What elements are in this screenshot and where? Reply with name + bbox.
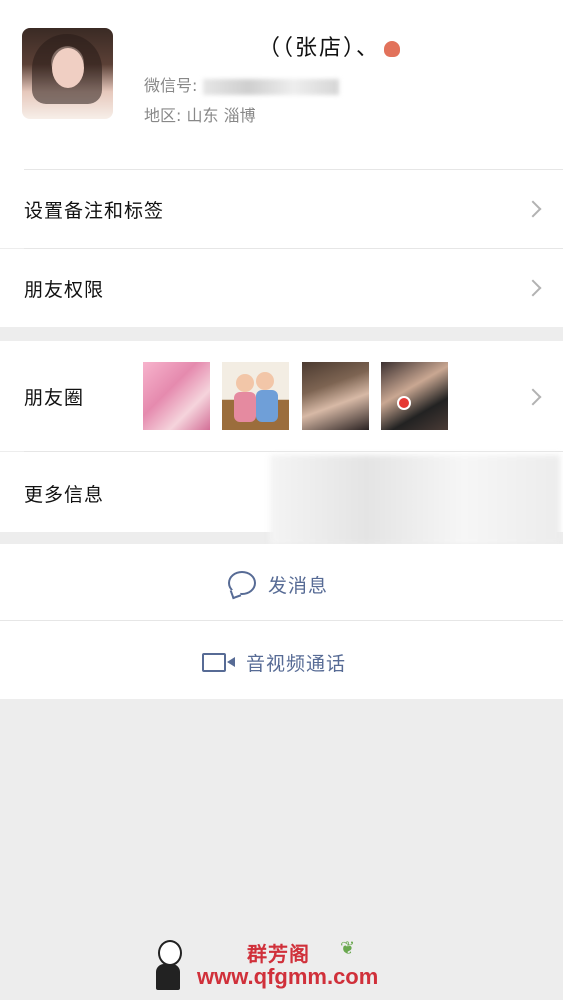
thumbnail-figure — [256, 372, 274, 390]
chat-bubble-icon — [228, 571, 256, 595]
avatar-face — [52, 48, 84, 88]
moments-thumbnail — [381, 362, 448, 430]
set-remark-label: 设置备注和标签 — [24, 200, 165, 222]
thumbnail-figure — [234, 392, 256, 422]
profile-header: （（张店）、 微信号: 地区: 山东 淄博 — [0, 0, 563, 170]
moments-label: 朋友圈 — [24, 387, 85, 409]
chevron-right-icon — [524, 388, 542, 406]
profile-avatar[interactable] — [22, 28, 113, 119]
video-call-label: 音视频通话 — [246, 653, 347, 675]
video-call-button[interactable]: 音视频通话 — [0, 621, 563, 699]
more-info-label: 更多信息 — [24, 484, 105, 506]
video-camera-icon — [202, 653, 235, 672]
set-remark-row[interactable]: 设置备注和标签 — [0, 170, 563, 248]
wechat-id-label: 微信号: — [144, 76, 198, 95]
friend-permissions-row[interactable]: 朋友权限 — [0, 249, 563, 327]
send-message-button[interactable]: 发消息 — [0, 544, 563, 620]
moments-thumbnail — [143, 362, 210, 430]
chevron-right-icon — [524, 200, 542, 218]
watermark-logo-head — [158, 940, 182, 966]
moments-thumbnail — [302, 362, 369, 430]
thumbnail-heart — [397, 396, 411, 410]
region-value: 山东 淄博 — [186, 106, 256, 125]
wechat-id: 微信号: — [144, 72, 339, 96]
user-badge-icon — [384, 41, 401, 57]
send-message-label: 发消息 — [268, 575, 329, 597]
friend-permissions-label: 朋友权限 — [24, 279, 105, 301]
thumbnail-figure — [256, 390, 278, 422]
watermark-logo — [152, 940, 184, 992]
region-label: 地区: — [144, 106, 182, 125]
contact-name-text: （（张店）、 — [258, 36, 381, 61]
wechat-id-redacted — [202, 78, 339, 95]
chevron-right-icon — [524, 279, 542, 297]
contact-name: （（张店）、 — [258, 30, 401, 62]
leaf-icon: ❦ — [340, 938, 356, 959]
thumbnail-figure — [236, 374, 254, 392]
region: 地区: 山东 淄博 — [144, 102, 256, 126]
watermark-logo-body — [156, 964, 180, 990]
watermark-url: www.qfgmm.com — [197, 964, 379, 989]
moments-thumbnail — [222, 362, 289, 430]
more-info-redacted — [270, 455, 560, 545]
watermark-title: 群芳阁 — [247, 942, 310, 966]
